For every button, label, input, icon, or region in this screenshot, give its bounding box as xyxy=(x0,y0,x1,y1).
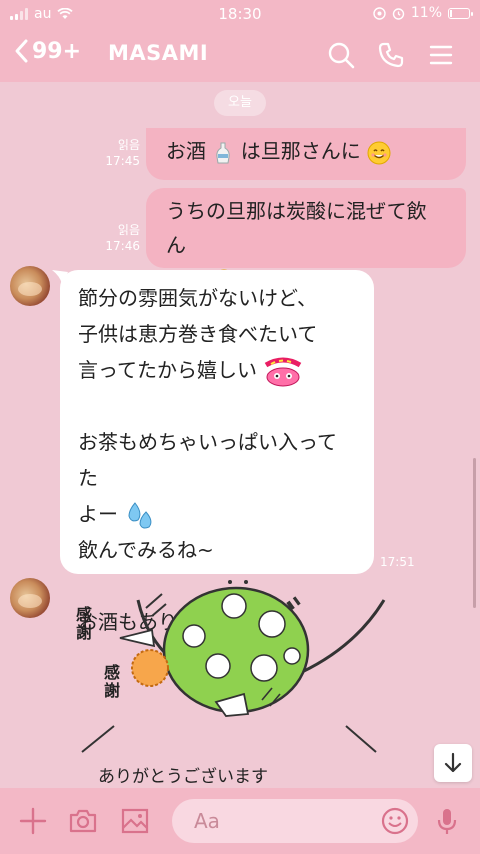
sake-bottle-emoji xyxy=(216,142,231,163)
chevron-left-icon xyxy=(15,39,28,63)
chat-area[interactable]: 오늘 읽음 17:45 お酒 は旦那さんに 읽음 17:46 うちの旦那は炭酸に… xyxy=(0,82,480,788)
message-line: 飲んでみるね~ xyxy=(78,538,214,562)
chat-header: 99+ MASAMI xyxy=(0,28,480,82)
message-line-with-emoji: よー xyxy=(78,496,356,532)
camera-icon[interactable] xyxy=(68,806,98,836)
menu-icon[interactable] xyxy=(426,40,456,70)
battery-percent: 11% xyxy=(410,5,442,21)
outgoing-message[interactable]: うちの旦那は炭酸に混ぜて飲ん でる xyxy=(146,188,466,292)
avatar[interactable] xyxy=(10,578,50,618)
date-chip: 오늘 xyxy=(214,90,266,116)
message-line: お茶もめちゃいっぱい入ってた xyxy=(78,430,337,490)
alarm-icon xyxy=(392,7,405,20)
message-line-with-sticker: 言ってたから嬉しい xyxy=(78,352,356,388)
avatar[interactable] xyxy=(10,266,50,306)
read-receipt: 읽음 xyxy=(117,223,140,237)
microphone-icon[interactable] xyxy=(432,806,462,836)
status-bar: au 18:30 11% xyxy=(0,0,480,28)
message-meta: 읽음 17:46 xyxy=(96,222,140,254)
message-line: 節分の雰囲気がないけど、 xyxy=(78,286,317,310)
sticker-caption: ありがとうございます xyxy=(98,767,268,787)
status-right: 11% xyxy=(373,5,473,21)
battery-icon xyxy=(448,7,473,19)
message-line-text: 言ってたから嬉しい xyxy=(78,358,257,382)
scroll-to-bottom-button[interactable] xyxy=(434,744,472,782)
message-time: 17:51 xyxy=(380,555,415,569)
phone-icon[interactable] xyxy=(376,40,406,70)
message-text: お酒 xyxy=(166,139,206,163)
message-line: 子供は恵方巻き食べたいて xyxy=(78,322,318,346)
message-time: 17:46 xyxy=(105,239,140,253)
smile-emoji xyxy=(367,141,391,164)
message-line-text: よー xyxy=(78,502,118,526)
back-button[interactable]: 99+ xyxy=(12,38,81,64)
plus-icon[interactable] xyxy=(18,806,48,836)
message-meta: 읽음 17:45 xyxy=(96,137,140,169)
location-lock-icon xyxy=(373,6,386,20)
thanks-mascot-emoji xyxy=(265,357,302,386)
composer-bar xyxy=(0,788,480,854)
battery-fill xyxy=(450,9,452,17)
message-time: 17:45 xyxy=(105,154,140,168)
unread-count: 99+ xyxy=(32,38,82,64)
image-icon[interactable] xyxy=(120,806,150,836)
sticker-word: 感謝 xyxy=(76,605,93,642)
search-icon[interactable] xyxy=(326,40,356,70)
scrollbar[interactable] xyxy=(473,458,476,608)
outgoing-message[interactable]: お酒 は旦那さんに xyxy=(146,128,466,180)
read-receipt: 읽음 xyxy=(117,138,140,152)
droplets-emoji xyxy=(128,501,152,528)
incoming-message[interactable]: 節分の雰囲気がないけど、 子供は恵方巻き食べたいて 言ってたから嬉しい お茶もめ… xyxy=(60,270,374,638)
sticker[interactable]: 感謝 感謝 ありがとうございます xyxy=(66,576,396,788)
message-line: うちの旦那は炭酸に混ぜて飲ん xyxy=(166,199,427,257)
arrow-down-icon xyxy=(444,752,462,773)
emoji-icon[interactable] xyxy=(380,806,410,836)
chat-title: MASAMI xyxy=(108,41,209,65)
message-text-after: は旦那さんに xyxy=(240,139,361,163)
sticker-word: 感謝 xyxy=(104,663,121,700)
